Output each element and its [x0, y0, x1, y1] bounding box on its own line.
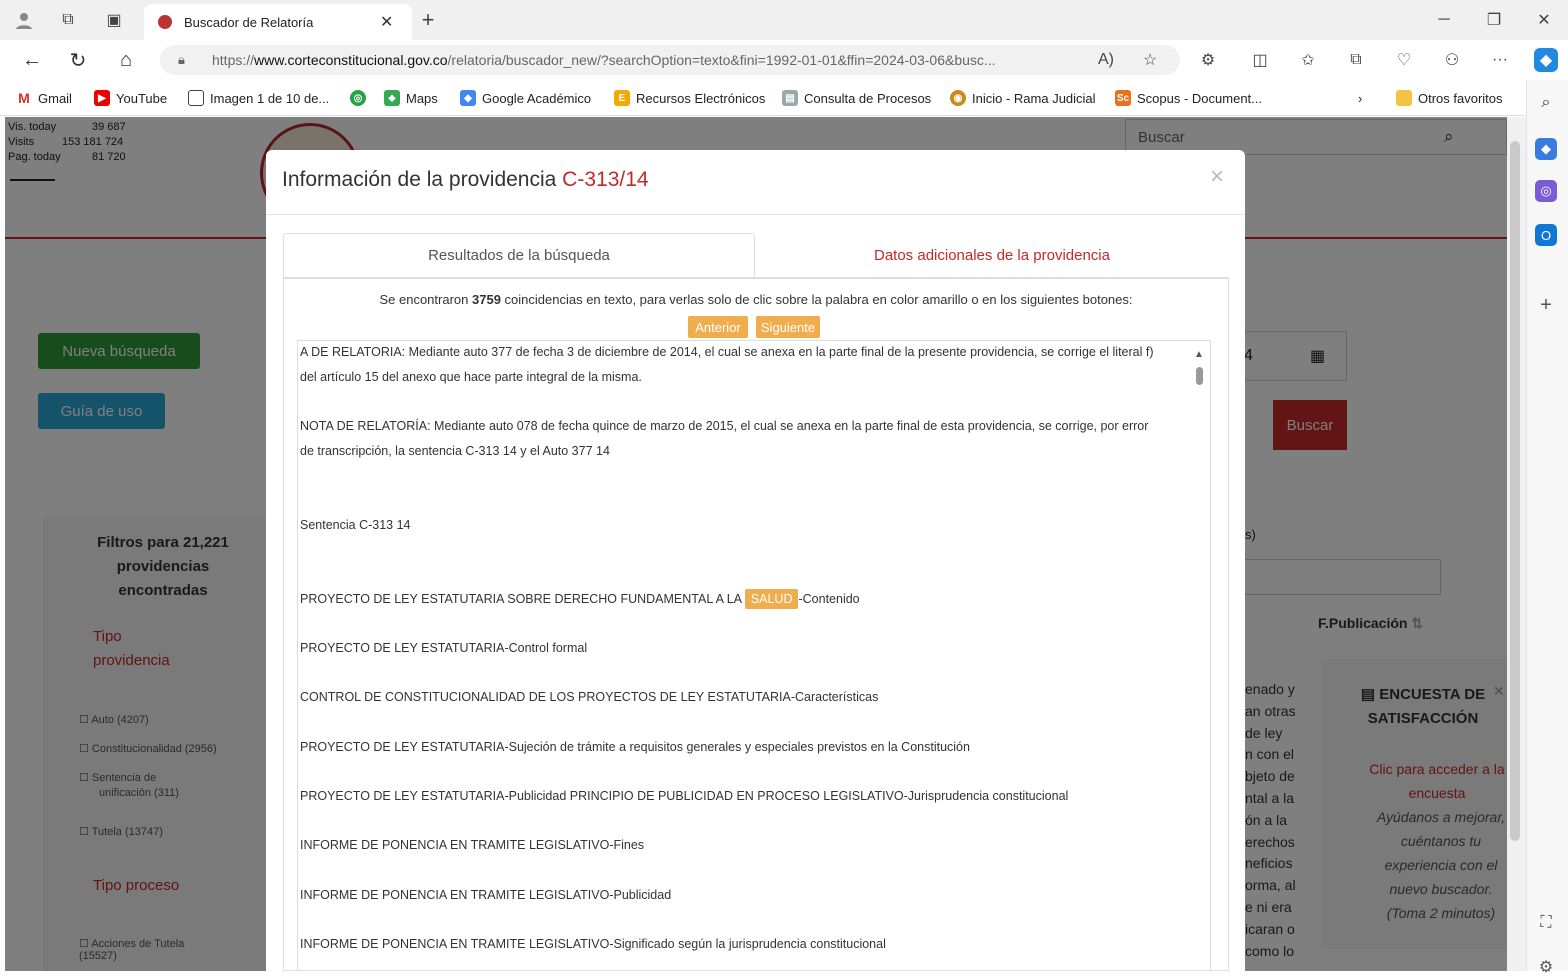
site-favicon-icon	[158, 15, 172, 29]
textbox-scroll-up-icon[interactable]: ▲	[1194, 349, 1204, 360]
bookmark-label: Inicio - Rama Judicial	[972, 90, 1096, 106]
bookmark-rama-judicial[interactable]: ◉ Inicio - Rama Judicial	[950, 88, 1096, 108]
tab-actions-icon[interactable]: ▣	[102, 8, 126, 32]
bookmark-label: Otros favoritos	[1418, 90, 1503, 106]
bookmark-scopus[interactable]: Sc Scopus - Document...	[1115, 88, 1262, 108]
bookmark-label: Gmail	[38, 90, 72, 106]
favorites-icon[interactable]: ✩	[1296, 48, 1320, 72]
bookmark-imagen[interactable]: Imagen 1 de 10 de...	[188, 88, 329, 108]
maps-icon: ⬥	[384, 90, 400, 106]
textbox-scrollbar-thumb[interactable]	[1196, 367, 1203, 385]
workspaces-icon[interactable]: ⧉	[56, 8, 80, 32]
url-host: www.corteconstitucional.gov.co	[254, 52, 448, 68]
rama-judicial-icon: ◉	[950, 90, 966, 106]
page-icon	[188, 90, 204, 106]
document-line: PROYECTO DE LEY ESTATUTARIA-Control form…	[300, 641, 588, 655]
sidebar-add-icon[interactable]: +	[1535, 294, 1557, 316]
refresh-icon[interactable]: ↻	[66, 48, 90, 72]
sidebar-search-icon[interactable]: ⌕	[1535, 92, 1557, 114]
anterior-button[interactable]: Anterior	[688, 316, 748, 338]
document-line: del artículo 15 del anexo que hace parte…	[300, 370, 642, 384]
bookmark-label: Google Académico	[482, 90, 592, 106]
document-line: CONTROL DE CONSTITUCIONALIDAD DE LOS PRO…	[300, 690, 879, 704]
close-tab-icon[interactable]: ✕	[380, 12, 393, 32]
page-scrollbar[interactable]	[1507, 117, 1526, 971]
tab-datos-adicionales[interactable]: Datos adicionales de la providencia	[755, 233, 1229, 277]
scrollbar-thumb[interactable]	[1510, 141, 1520, 841]
edge-sidebar	[1526, 80, 1568, 971]
recursos-icon: E	[614, 90, 630, 106]
document-line: de transcripción, la sentencia C-313 14 …	[300, 444, 610, 458]
tab-title: Buscador de Relatoría	[184, 14, 314, 30]
address-bar[interactable]: 🔒︎ https://www.corteconstitucional.gov.c…	[160, 45, 1180, 75]
sidebar-settings-icon[interactable]: ⚙︎	[1535, 956, 1557, 978]
back-icon[interactable]: ←	[20, 48, 44, 72]
profile-icon[interactable]	[12, 8, 36, 32]
modal-close-icon[interactable]: ×	[1210, 163, 1224, 191]
document-line: Sentencia C-313 14	[300, 518, 411, 532]
collections-icon[interactable]: ⧉	[1344, 48, 1368, 72]
providencia-id: C-313/14	[562, 168, 649, 191]
restore-icon[interactable]: ❐	[1482, 8, 1506, 32]
new-tab-icon[interactable]: +	[416, 7, 440, 32]
scopus-icon: Sc	[1115, 90, 1131, 106]
sidebar-outlook-icon[interactable]: O	[1535, 224, 1557, 246]
more-icon[interactable]: ···	[1488, 48, 1512, 72]
bookmark-recursos[interactable]: E Recursos Electrónicos	[614, 88, 765, 108]
bookmark-label: Imagen 1 de 10 de...	[210, 90, 330, 106]
bookmark-otros-favoritos[interactable]: Otros favoritos	[1396, 88, 1503, 108]
sidebar-office-icon[interactable]: ◎	[1535, 180, 1557, 202]
minimize-icon[interactable]: ─	[1432, 8, 1456, 32]
bookmark-label: Scopus - Document...	[1137, 90, 1262, 106]
siguiente-button[interactable]: Siguiente	[756, 316, 820, 338]
copilot-icon[interactable]: ◆	[1534, 48, 1558, 72]
bookmark-label: Consulta de Procesos	[804, 90, 932, 106]
bookmarks-overflow-chevron-icon[interactable]: ›	[1358, 88, 1362, 108]
share-icon[interactable]: ⚇	[1440, 48, 1464, 72]
bookmark-label: Maps	[406, 90, 438, 106]
bookmark-youtube[interactable]: ▶ YouTube	[94, 88, 167, 108]
highlighted-match[interactable]: SALUD	[744, 589, 799, 609]
document-line: NOTA DE RELATORÍA: Mediante auto 078 de …	[300, 419, 1149, 433]
sidebar-tag-icon[interactable]: ◆	[1535, 138, 1557, 160]
folder-icon	[1396, 90, 1412, 106]
bookmark-maps[interactable]: ⬥ Maps	[384, 88, 438, 108]
sidebar-screenshot-icon[interactable]: ⛶	[1535, 912, 1557, 934]
consulta-icon: ▤	[782, 90, 798, 106]
document-text-box[interactable]: ▲	[297, 340, 1211, 971]
gmail-icon: M	[18, 90, 30, 106]
bookmark-academico[interactable]: ◆ Google Académico	[460, 88, 591, 108]
bookmark-label: Recursos Electrónicos	[636, 90, 766, 106]
modal-header-divider	[266, 214, 1245, 215]
bookmark-gmail[interactable]: M Gmail	[16, 88, 72, 108]
close-window-icon[interactable]: ✕	[1532, 8, 1556, 32]
url-path: /relatoria/buscador_new/?searchOption=te…	[447, 52, 996, 68]
document-line: INFORME DE PONENCIA EN TRAMITE LEGISLATI…	[300, 937, 886, 951]
url-scheme: https://	[212, 52, 255, 68]
modal-title: Información de la providencia C-313/14	[282, 168, 649, 191]
scholar-icon: ◆	[460, 90, 476, 106]
lock-icon: 🔒︎	[178, 52, 185, 67]
document-line: PROYECTO DE LEY ESTATUTARIA-Publicidad P…	[300, 789, 1069, 803]
bookmark-consulta[interactable]: ▤ Consulta de Procesos	[782, 88, 931, 108]
document-line: INFORME DE PONENCIA EN TRAMITE LEGISLATI…	[300, 838, 645, 852]
document-line: A DE RELATORIA: Mediante auto 377 de fec…	[300, 345, 1154, 359]
whatsapp-icon: ◎	[350, 90, 366, 106]
favorite-star-icon[interactable]: ☆	[1138, 48, 1162, 72]
bookmark-label: YouTube	[116, 90, 168, 106]
bookmark-whatsapp[interactable]: ◎	[350, 88, 366, 108]
matches-summary: Se encontraron 3759 coincidencias en tex…	[379, 292, 1133, 307]
extensions-icon[interactable]: ⚙︎	[1196, 48, 1220, 72]
home-icon[interactable]: ⌂	[114, 48, 138, 72]
browser-tab[interactable]: Buscador de Relatoría ✕	[144, 4, 412, 40]
tab-resultados[interactable]: Resultados de la búsqueda	[283, 233, 755, 277]
read-aloud-icon[interactable]: A)	[1094, 48, 1118, 72]
matches-count: 3759	[472, 292, 501, 307]
split-screen-icon[interactable]: ◫	[1248, 48, 1272, 72]
youtube-icon: ▶	[94, 90, 110, 106]
document-line: INFORME DE PONENCIA EN TRAMITE LEGISLATI…	[300, 888, 672, 902]
browser-essentials-icon[interactable]: ♡	[1392, 48, 1416, 72]
document-line: PROYECTO DE LEY ESTATUTARIA SOBRE DERECH…	[300, 589, 860, 609]
document-line: PROYECTO DE LEY ESTATUTARIA-Sujeción de …	[300, 740, 970, 754]
